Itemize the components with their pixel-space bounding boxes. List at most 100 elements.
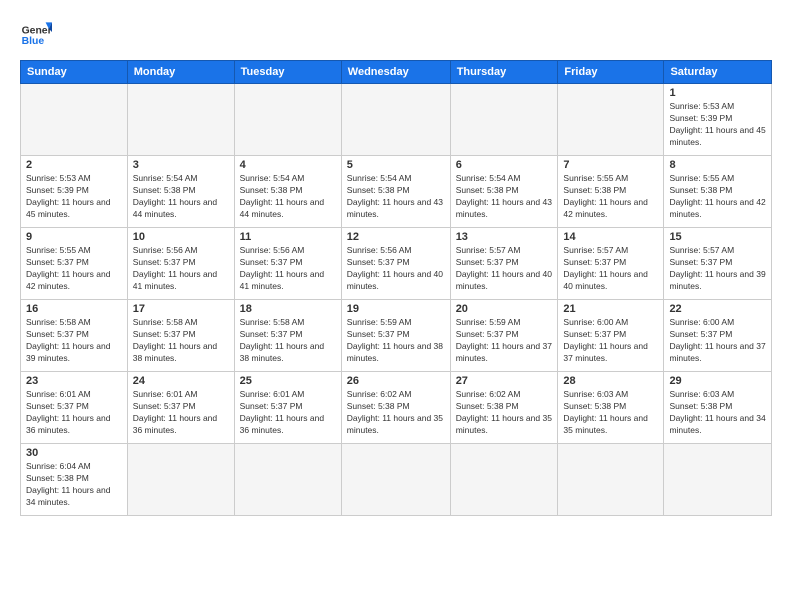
- calendar-week-row: 1 Sunrise: 5:53 AMSunset: 5:39 PMDaylight…: [21, 84, 772, 156]
- day-number: 23: [26, 375, 122, 387]
- calendar-cell: 17Sunrise: 5:58 AMSunset: 5:37 PMDayligh…: [127, 300, 234, 372]
- day-number: 29: [669, 375, 766, 387]
- calendar-cell: 16Sunrise: 5:58 AMSunset: 5:37 PMDayligh…: [21, 300, 128, 372]
- day-number: 16: [26, 303, 122, 315]
- calendar-cell: 15 Sunrise: 5:57 AMSunset: 5:37 PMDayligh…: [664, 228, 772, 300]
- header: General Blue: [20, 16, 772, 48]
- day-info: Sunrise: 6:01 AMSunset: 5:37 PMDaylight:…: [240, 389, 336, 437]
- day-info: Sunrise: 6:02 AMSunset: 5:38 PMDaylight:…: [347, 389, 445, 437]
- calendar-cell: [341, 444, 450, 516]
- weekday-header-row: SundayMondayTuesdayWednesdayThursdayFrid…: [21, 61, 772, 84]
- day-info: Sunrise: 5:56 AMSunset: 5:37 PMDaylight:…: [133, 245, 229, 293]
- day-number: 2: [26, 159, 122, 171]
- calendar-cell: [21, 84, 128, 156]
- day-info: Sunrise: 5:56 AMSunset: 5:37 PMDaylight:…: [347, 245, 445, 293]
- calendar-cell: 28 Sunrise: 6:03 AMSunset: 5:38 PMDayligh…: [558, 372, 664, 444]
- day-number: 7: [563, 159, 658, 171]
- calendar-cell: 29 Sunrise: 6:03 AMSunset: 5:38 PMDayligh…: [664, 372, 772, 444]
- day-number: 15: [669, 231, 766, 243]
- day-number: 24: [133, 375, 229, 387]
- day-info: Sunrise: 5:56 AMSunset: 5:37 PMDaylight:…: [240, 245, 336, 293]
- calendar-week-row: 16 Sunrise: 5:58 AMSunset: 5:37 PMDayligh…: [21, 300, 772, 372]
- day-number: 18: [240, 303, 336, 315]
- day-number: 8: [669, 159, 766, 171]
- calendar-cell: 11 Sunrise: 5:56 AMSunset: 5:37 PMDayligh…: [234, 228, 341, 300]
- general-blue-logo-icon: General Blue: [20, 16, 52, 48]
- day-info: Sunrise: 5:54 AMSunset: 5:38 PMDaylight:…: [133, 173, 229, 221]
- calendar-cell: 3 Sunrise: 5:54 AMSunset: 5:38 PMDaylight…: [127, 156, 234, 228]
- day-number: 26: [347, 375, 445, 387]
- day-number: 6: [456, 159, 553, 171]
- day-info: Sunrise: 6:00 AMSunset: 5:37 PMDaylight:…: [669, 317, 766, 365]
- day-info: Sunrise: 5:54 AMSunset: 5:38 PMDaylight:…: [240, 173, 336, 221]
- calendar-cell: [234, 444, 341, 516]
- calendar-cell: 20 Sunrise: 5:59 AMSunset: 5:37 PMDayligh…: [450, 300, 558, 372]
- calendar-cell: 19 Sunrise: 5:59 AMSunset: 5:37 PMDayligh…: [341, 300, 450, 372]
- calendar-cell: 26 Sunrise: 6:02 AMSunset: 5:38 PMDayligh…: [341, 372, 450, 444]
- calendar-cell: 2 Sunrise: 5:53 AMSunset: 5:39 PMDaylight…: [21, 156, 128, 228]
- day-info: Sunrise: 6:01 AMSunset: 5:37 PMDaylight:…: [26, 389, 122, 437]
- day-info: Sunrise: 5:54 AMSunset: 5:38 PMDaylight:…: [347, 173, 445, 221]
- calendar-week-row: 30Sunrise: 6:04 AMSunset: 5:38 PMDayligh…: [21, 444, 772, 516]
- weekday-header-wednesday: Wednesday: [341, 61, 450, 84]
- day-info: Sunrise: 5:57 AMSunset: 5:37 PMDaylight:…: [563, 245, 658, 293]
- calendar-cell: [341, 84, 450, 156]
- day-info: Sunrise: 5:55 AMSunset: 5:38 PMDaylight:…: [669, 173, 766, 221]
- calendar-cell: 27Sunrise: 6:02 AMSunset: 5:38 PMDayligh…: [450, 372, 558, 444]
- calendar-cell: 8 Sunrise: 5:55 AMSunset: 5:38 PMDaylight…: [664, 156, 772, 228]
- day-number: 1: [669, 87, 766, 99]
- calendar-cell: 22 Sunrise: 6:00 AMSunset: 5:37 PMDayligh…: [664, 300, 772, 372]
- calendar-cell: 6 Sunrise: 5:54 AMSunset: 5:38 PMDaylight…: [450, 156, 558, 228]
- day-number: 10: [133, 231, 229, 243]
- day-number: 27: [456, 375, 553, 387]
- calendar-cell: 1 Sunrise: 5:53 AMSunset: 5:39 PMDaylight…: [664, 84, 772, 156]
- day-info: Sunrise: 5:53 AMSunset: 5:39 PMDaylight:…: [669, 101, 766, 149]
- logo: General Blue: [20, 16, 52, 48]
- day-number: 28: [563, 375, 658, 387]
- day-info: Sunrise: 5:57 AMSunset: 5:37 PMDaylight:…: [669, 245, 766, 293]
- calendar-cell: 5Sunrise: 5:54 AMSunset: 5:38 PMDaylight…: [341, 156, 450, 228]
- calendar-cell: 12 Sunrise: 5:56 AMSunset: 5:37 PMDayligh…: [341, 228, 450, 300]
- calendar-cell: [127, 444, 234, 516]
- day-info: Sunrise: 5:55 AMSunset: 5:38 PMDaylight:…: [563, 173, 658, 221]
- calendar-cell: 7 Sunrise: 5:55 AMSunset: 5:38 PMDaylight…: [558, 156, 664, 228]
- weekday-header-thursday: Thursday: [450, 61, 558, 84]
- day-number: 3: [133, 159, 229, 171]
- calendar-cell: 13Sunrise: 5:57 AMSunset: 5:37 PMDayligh…: [450, 228, 558, 300]
- day-number: 20: [456, 303, 553, 315]
- day-number: 14: [563, 231, 658, 243]
- weekday-header-friday: Friday: [558, 61, 664, 84]
- weekday-header-saturday: Saturday: [664, 61, 772, 84]
- day-info: Sunrise: 6:03 AMSunset: 5:38 PMDaylight:…: [669, 389, 766, 437]
- calendar-week-row: 2 Sunrise: 5:53 AMSunset: 5:39 PMDaylight…: [21, 156, 772, 228]
- calendar-cell: [664, 444, 772, 516]
- day-info: Sunrise: 5:55 AMSunset: 5:37 PMDaylight:…: [26, 245, 122, 293]
- calendar-cell: 30Sunrise: 6:04 AMSunset: 5:38 PMDayligh…: [21, 444, 128, 516]
- svg-text:General: General: [22, 26, 52, 37]
- calendar-cell: 18Sunrise: 5:58 AMSunset: 5:37 PMDayligh…: [234, 300, 341, 372]
- calendar-week-row: 9 Sunrise: 5:55 AMSunset: 5:37 PMDaylight…: [21, 228, 772, 300]
- day-number: 9: [26, 231, 122, 243]
- svg-text:Blue: Blue: [22, 36, 45, 47]
- day-number: 11: [240, 231, 336, 243]
- calendar-cell: 24Sunrise: 6:01 AMSunset: 5:37 PMDayligh…: [127, 372, 234, 444]
- calendar-table: SundayMondayTuesdayWednesdayThursdayFrid…: [20, 60, 772, 516]
- calendar-cell: [234, 84, 341, 156]
- day-info: Sunrise: 5:59 AMSunset: 5:37 PMDaylight:…: [456, 317, 553, 365]
- weekday-header-sunday: Sunday: [21, 61, 128, 84]
- day-info: Sunrise: 5:53 AMSunset: 5:39 PMDaylight:…: [26, 173, 122, 221]
- day-number: 12: [347, 231, 445, 243]
- day-info: Sunrise: 6:04 AMSunset: 5:38 PMDaylight:…: [26, 461, 122, 509]
- day-number: 19: [347, 303, 445, 315]
- day-info: Sunrise: 5:59 AMSunset: 5:37 PMDaylight:…: [347, 317, 445, 365]
- day-number: 13: [456, 231, 553, 243]
- day-number: 4: [240, 159, 336, 171]
- day-number: 22: [669, 303, 766, 315]
- weekday-header-tuesday: Tuesday: [234, 61, 341, 84]
- day-info: Sunrise: 6:03 AMSunset: 5:38 PMDaylight:…: [563, 389, 658, 437]
- day-info: Sunrise: 5:58 AMSunset: 5:37 PMDaylight:…: [133, 317, 229, 365]
- calendar-cell: 4 Sunrise: 5:54 AMSunset: 5:38 PMDaylight…: [234, 156, 341, 228]
- calendar-cell: 21Sunrise: 6:00 AMSunset: 5:37 PMDayligh…: [558, 300, 664, 372]
- day-info: Sunrise: 5:54 AMSunset: 5:38 PMDaylight:…: [456, 173, 553, 221]
- calendar-cell: [450, 444, 558, 516]
